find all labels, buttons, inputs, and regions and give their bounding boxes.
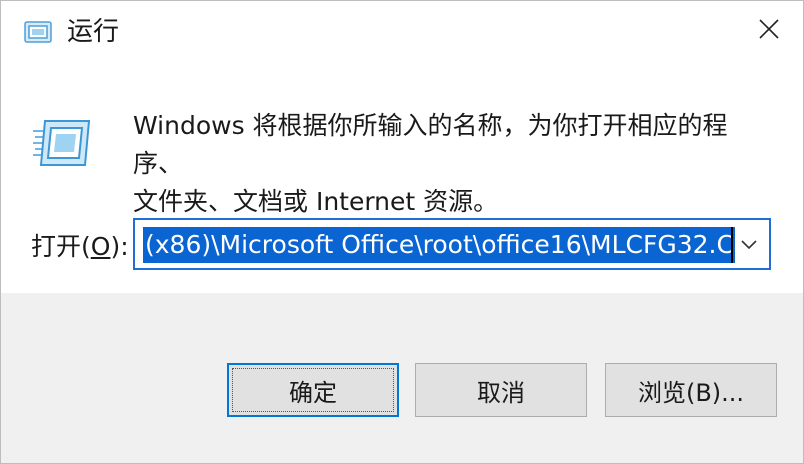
open-label-prefix: 打开( — [31, 232, 91, 261]
run-icon — [23, 19, 53, 45]
button-bar: 确定 取消 浏览(B)... — [1, 293, 803, 463]
description-text: Windows 将根据你所输入的名称，为你打开相应的程序、 文件夹、文档或 In… — [133, 107, 773, 221]
chevron-down-icon — [740, 235, 758, 254]
close-icon — [758, 18, 780, 44]
description-line-2: 文件夹、文档或 Internet 资源。 — [133, 187, 499, 216]
open-input[interactable]: (x86)\Microsoft Office\root\office16\MLC… — [143, 227, 735, 263]
cancel-button[interactable]: 取消 — [415, 363, 587, 417]
run-icon-large — [31, 115, 93, 171]
window-title: 运行 — [67, 17, 120, 47]
open-combobox[interactable]: (x86)\Microsoft Office\root\office16\MLC… — [133, 218, 771, 270]
open-label: 打开(O): — [31, 229, 129, 265]
description-line-1: Windows 将根据你所输入的名称，为你打开相应的程序、 — [133, 111, 728, 178]
ok-button[interactable]: 确定 — [227, 363, 399, 417]
browse-button[interactable]: 浏览(B)... — [605, 363, 777, 417]
title-bar[interactable]: 运行 — [1, 1, 803, 63]
run-dialog: 运行 Windows 将根据你所输入的名称，为你打开相应的程序、 文件夹、文档或… — [0, 0, 804, 464]
dialog-body: Windows 将根据你所输入的名称，为你打开相应的程序、 文件夹、文档或 In… — [1, 63, 803, 293]
open-label-accesskey: O — [90, 232, 111, 261]
open-label-suffix: ): — [110, 232, 129, 261]
dropdown-button[interactable] — [733, 224, 765, 264]
close-button[interactable] — [749, 11, 789, 51]
